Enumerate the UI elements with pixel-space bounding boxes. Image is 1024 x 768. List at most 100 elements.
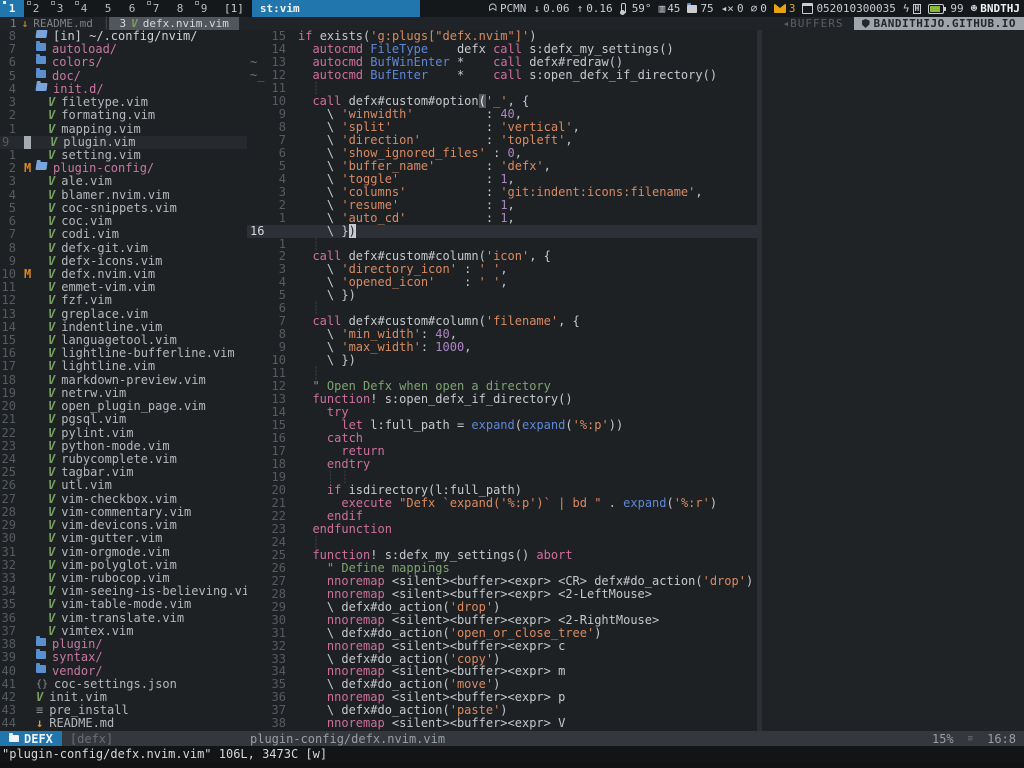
git-status-indicator: [24, 559, 36, 572]
code-buffer[interactable]: 15if exists('g:plugs["defx.nvim"]')14 au…: [247, 30, 757, 731]
git-status-indicator: [24, 360, 36, 373]
workspace-8[interactable]: 8: [168, 0, 192, 17]
code-token: nnoremap: [298, 690, 392, 704]
defx-row-pgsql.vim[interactable]: 21Vpgsql.vim: [0, 413, 247, 426]
entry-name: defx-git.vim: [61, 242, 148, 255]
editor-area: 8[in] ~/.config/nvim/7autoload/6colors/5…: [0, 30, 1024, 731]
git-sign: [247, 186, 264, 199]
buffer-tab-defx.nvim.vim[interactable]: 3 Vdefx.nvim.vim: [109, 17, 238, 30]
code-token: expand: [623, 496, 666, 510]
code-token: 1000: [435, 340, 464, 354]
workspace-6[interactable]: 6: [120, 0, 144, 17]
workspace-2[interactable]: 2: [24, 0, 48, 17]
code-token: 'opened_icon': [341, 275, 435, 289]
buffer-tab-README.md[interactable]: 1 ↓README.md: [0, 17, 103, 30]
defx-row-plugin.vim[interactable]: 9Vplugin.vim: [0, 136, 247, 149]
defx-row-vim-translate.vim[interactable]: 36Vvim-translate.vim: [0, 612, 247, 625]
defx-row-vim-checkbox.vim[interactable]: 27Vvim-checkbox.vim: [0, 493, 247, 506]
workspace-3[interactable]: 3: [48, 0, 72, 17]
defx-row-pylint.vim[interactable]: 22Vpylint.vim: [0, 427, 247, 440]
git-status-indicator: [24, 56, 36, 69]
folder-icon: [36, 56, 46, 64]
code-token: :: [406, 185, 500, 199]
code-line-26[interactable]: 10 \ }): [247, 354, 757, 367]
code-token: function: [298, 392, 370, 406]
defx-row-fzf.vim[interactable]: 12Vfzf.vim: [0, 294, 247, 307]
workspace-7[interactable]: 7: [144, 0, 168, 17]
vim-icon: V: [48, 360, 55, 373]
defx-row-emmet-vim.vim[interactable]: 11Vemmet-vim.vim: [0, 281, 247, 294]
defx-row-README.md[interactable]: 44↓README.md: [0, 717, 247, 730]
code-token: ! s:defx_my_settings(): [370, 548, 536, 562]
defx-row-coc-snippets.vim[interactable]: 5Vcoc-snippets.vim: [0, 202, 247, 215]
defx-row-ale.vim[interactable]: 3Vale.vim: [0, 175, 247, 188]
defx-row-coc-settings.json[interactable]: 41{}coc-settings.json: [0, 678, 247, 691]
defx-row-formating.vim[interactable]: 2Vformating.vim: [0, 109, 247, 122]
down-arrow-icon: ↓: [533, 2, 540, 15]
defx-file-explorer[interactable]: 8[in] ~/.config/nvim/7autoload/6colors/5…: [0, 30, 247, 731]
code-token: ,: [544, 159, 551, 173]
code-token: 'directory_icon': [341, 262, 457, 276]
relative-line-number: 12: [264, 69, 286, 82]
code-line-39[interactable]: 23 endfunction: [247, 523, 757, 536]
tmux-session-name[interactable]: st:vim: [252, 0, 420, 17]
user-name: BNDTHJ: [980, 2, 1020, 15]
defx-row-greplace.vim[interactable]: 13Vgreplace.vim: [0, 308, 247, 321]
workspace-5[interactable]: 5: [96, 0, 120, 17]
vim-icon: V: [48, 255, 55, 268]
cursor-line-number: 16: [247, 225, 286, 238]
defx-row-vim-table-mode.vim[interactable]: 35Vvim-table-mode.vim: [0, 598, 247, 611]
code-token: ┊: [298, 81, 320, 95]
workspace-1[interactable]: 1: [0, 0, 24, 17]
statusline-mode-segment: DEFX: [0, 731, 62, 746]
defx-row-defx-git.vim[interactable]: 8Vdefx-git.vim: [0, 242, 247, 255]
code-token: 1: [500, 172, 507, 186]
defx-row-vim-orgmode.vim[interactable]: 31Vvim-orgmode.vim: [0, 546, 247, 559]
code-token: nnoremap: [298, 639, 392, 653]
line-number: 22: [0, 427, 16, 440]
git-status-indicator: [24, 678, 36, 691]
vim-command-line[interactable]: "plugin-config/defx.nvim.vim" 106L, 3473…: [0, 746, 1024, 762]
relative-line-number: 21: [264, 497, 286, 510]
code-token: return: [298, 444, 385, 458]
code-line-54[interactable]: 38 nnoremap <silent><buffer><expr> V: [247, 717, 757, 730]
defx-row-blamer.nvim.vim[interactable]: 4Vblamer.nvim.vim: [0, 189, 247, 202]
line-number: 30: [0, 532, 16, 545]
defx-row-defx-icons.vim[interactable]: 9Vdefx-icons.vim: [0, 255, 247, 268]
code-token: ): [493, 677, 500, 691]
entry-name: pylint.vim: [61, 427, 133, 440]
git-status-indicator: [24, 294, 36, 307]
code-line-21[interactable]: 5 \ }): [247, 289, 757, 302]
code-token: 'paste': [450, 703, 501, 717]
empty-pane: [762, 30, 1024, 731]
code-token: ): [500, 703, 507, 717]
workspace-marker: [147, 1, 151, 5]
defx-row-lightline.vim[interactable]: 17Vlightline.vim: [0, 360, 247, 373]
git-status-indicator: [24, 70, 36, 83]
markdown-file-icon: ↓: [22, 17, 29, 30]
line-number: 32: [0, 559, 16, 572]
workspace-4[interactable]: 4: [72, 0, 96, 17]
defx-row-vendor[interactable]: 40vendor/: [0, 665, 247, 678]
folder-icon: [36, 43, 46, 51]
code-token: \ }): [298, 288, 356, 302]
defx-row-plugin-config[interactable]: 2Mplugin-config/: [0, 162, 247, 175]
code-line-4[interactable]: ~_12 autocmd BufEnter * call s:open_defx…: [247, 69, 757, 82]
defx-row-markdown-preview.vim[interactable]: 18Vmarkdown-preview.vim: [0, 374, 247, 387]
git-status-indicator: [24, 202, 36, 215]
workspace-marker: [27, 1, 31, 5]
defx-row-tagbar.vim[interactable]: 25Vtagbar.vim: [0, 466, 247, 479]
buffer-tab-label: README.md: [33, 17, 93, 30]
code-line-16[interactable]: 16 \ }): [247, 225, 757, 238]
tmux-right-status: ᗣPCMN ↓0.06 ↑0.16 59° ▥45 75 ◂×0 ⌀0 3 05…: [489, 2, 1024, 15]
defx-row-vim-gutter.vim[interactable]: 30Vvim-gutter.vim: [0, 532, 247, 545]
code-token: 'drop': [450, 600, 493, 614]
defx-row-vim-polyglot.vim[interactable]: 32Vvim-polyglot.vim: [0, 559, 247, 572]
code-token: ,: [565, 133, 572, 147]
defx-row-utl.vim[interactable]: 26Vutl.vim: [0, 479, 247, 492]
code-token: 'open_or_close_tree': [450, 626, 595, 640]
defx-row-mapping.vim[interactable]: 1Vmapping.vim: [0, 123, 247, 136]
workspace-9[interactable]: 9: [192, 0, 216, 17]
defx-row-coc.vim[interactable]: 6Vcoc.vim: [0, 215, 247, 228]
defx-row-codi.vim[interactable]: 7Vcodi.vim: [0, 228, 247, 241]
